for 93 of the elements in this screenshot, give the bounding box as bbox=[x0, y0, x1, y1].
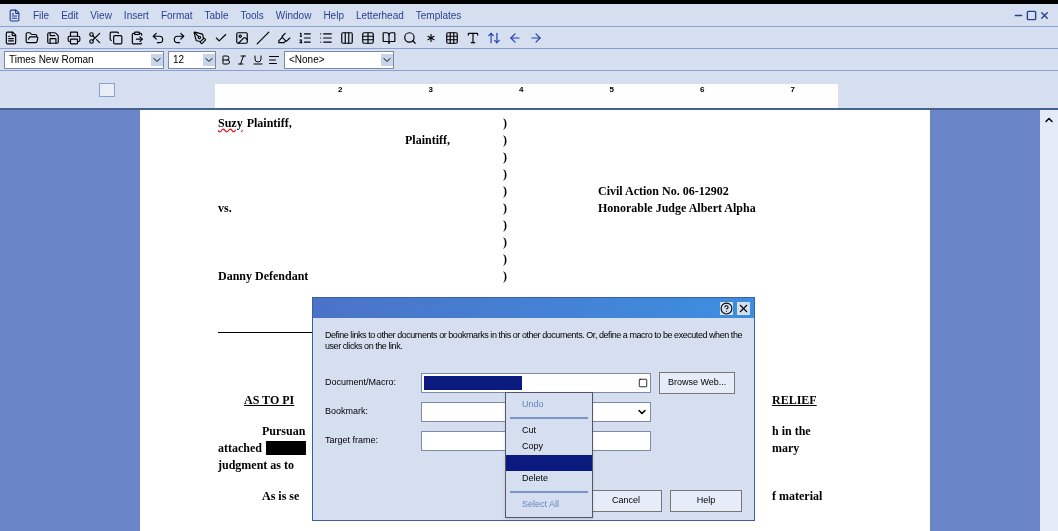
menu-item[interactable]: Window bbox=[275, 7, 312, 23]
style-dropdown[interactable]: <None> bbox=[284, 50, 394, 69]
caption-text: vs. bbox=[218, 199, 232, 217]
brace: ) bbox=[503, 165, 508, 183]
text-field[interactable] bbox=[421, 372, 651, 393]
save-icon[interactable] bbox=[46, 30, 60, 45]
grid-icon[interactable] bbox=[445, 30, 459, 45]
picker-icon[interactable] bbox=[638, 377, 648, 388]
line-icon[interactable] bbox=[256, 30, 270, 45]
brace: ) bbox=[503, 114, 508, 132]
menu-item[interactable]: Insert bbox=[123, 7, 149, 23]
dialog-button[interactable]: Help bbox=[670, 490, 742, 512]
browse-button[interactable]: Browse Web... bbox=[659, 371, 736, 394]
new-document-icon[interactable] bbox=[4, 30, 18, 45]
print-icon[interactable] bbox=[67, 30, 81, 45]
cut-icon[interactable] bbox=[88, 30, 102, 45]
menu-item[interactable]: Format bbox=[160, 7, 193, 23]
scrollbar[interactable] bbox=[1040, 110, 1058, 531]
body-text: As is se bbox=[262, 487, 300, 505]
align-icon[interactable] bbox=[268, 53, 280, 66]
bullet-list-icon[interactable] bbox=[319, 30, 333, 45]
highlighter-icon[interactable] bbox=[277, 30, 291, 45]
type-icon[interactable] bbox=[466, 30, 480, 45]
body-text: mary bbox=[772, 439, 800, 457]
body-text: h in the bbox=[772, 422, 811, 440]
ruler-number: 4 bbox=[519, 84, 524, 96]
bold-icon[interactable] bbox=[220, 53, 232, 66]
misspelled-word: Suzy bbox=[218, 114, 243, 132]
caption-text: Danny Defendant bbox=[218, 267, 309, 285]
menu-item[interactable]: View bbox=[90, 7, 112, 23]
brace: ) bbox=[503, 216, 508, 234]
ruler-number: 7 bbox=[790, 84, 795, 96]
menu-item[interactable]: Table bbox=[204, 7, 229, 23]
up-down-arrow-icon[interactable] bbox=[487, 30, 501, 45]
field-label: Target frame: bbox=[325, 433, 380, 447]
body-text: f material bbox=[772, 487, 823, 505]
brace: ) bbox=[503, 148, 508, 166]
book-icon[interactable] bbox=[382, 30, 396, 45]
caption-text: Plaintiff, bbox=[246, 114, 292, 132]
redaction-bar bbox=[266, 440, 306, 455]
ruler-number: 5 bbox=[609, 84, 614, 96]
brace: ) bbox=[503, 233, 508, 251]
close-icon[interactable] bbox=[1039, 9, 1050, 21]
menu-item[interactable]: Help bbox=[323, 7, 344, 23]
redo-icon[interactable] bbox=[172, 30, 186, 45]
back-arrow-icon[interactable] bbox=[508, 30, 522, 45]
dialog-button[interactable]: Cancel bbox=[590, 490, 662, 512]
caption-text: Plaintiff, bbox=[405, 131, 450, 149]
field-label: Document/Macro: bbox=[325, 375, 398, 389]
table-icon[interactable] bbox=[361, 30, 375, 45]
ruler-number: 3 bbox=[428, 84, 433, 96]
menu-option[interactable]: Cut bbox=[506, 423, 592, 439]
picture-icon[interactable] bbox=[235, 30, 249, 45]
body-text: RELIEF bbox=[772, 391, 817, 409]
brace: ) bbox=[503, 267, 508, 285]
undo-icon[interactable] bbox=[151, 30, 165, 45]
font-dropdown[interactable]: Times New Roman bbox=[4, 50, 164, 69]
body-text: judgment as to bbox=[218, 456, 294, 474]
menu-item[interactable]: Templates bbox=[415, 7, 462, 23]
caption-text: Honorable Judge Albert Alpha bbox=[598, 199, 756, 217]
menu-option[interactable]: Delete bbox=[506, 471, 592, 487]
menu-item[interactable]: File bbox=[33, 7, 50, 23]
app-icon bbox=[8, 8, 21, 22]
menu-item[interactable]: Tools bbox=[240, 7, 264, 23]
italic-icon[interactable] bbox=[236, 53, 248, 66]
body-text: attached bbox=[218, 439, 262, 457]
forward-arrow-icon[interactable] bbox=[529, 30, 543, 45]
brace: ) bbox=[503, 250, 508, 268]
help-icon[interactable] bbox=[720, 301, 733, 315]
caption-text: Civil Action No. 06-12902 bbox=[598, 182, 729, 200]
ruler-number: 2 bbox=[338, 84, 343, 96]
menu-item[interactable]: Letterhead bbox=[355, 7, 404, 23]
body-text: Pursuan bbox=[262, 422, 306, 440]
brace: ) bbox=[503, 199, 508, 217]
paste-icon[interactable] bbox=[130, 30, 144, 45]
menu-item[interactable]: Edit bbox=[61, 7, 79, 23]
dialog-description: Define links to other documents or bookmarks in this or other documents. Or, define a macro to be executed when the user clicks on the link. bbox=[324, 329, 743, 353]
pen-icon[interactable] bbox=[193, 30, 207, 45]
restore-icon[interactable] bbox=[1026, 9, 1037, 21]
numbered-list-icon[interactable] bbox=[298, 30, 312, 45]
field-label: Bookmark: bbox=[325, 404, 369, 418]
search-icon[interactable] bbox=[403, 30, 417, 45]
menu-option[interactable]: Copy bbox=[506, 439, 592, 455]
brace: ) bbox=[503, 182, 508, 200]
open-folder-icon[interactable] bbox=[25, 30, 39, 45]
size-dropdown[interactable]: 12 bbox=[168, 50, 216, 69]
ruler-number: 6 bbox=[700, 84, 705, 96]
columns-icon[interactable] bbox=[340, 30, 354, 45]
brace: ) bbox=[503, 131, 508, 149]
close-icon[interactable] bbox=[737, 301, 750, 315]
copy-icon[interactable] bbox=[109, 30, 123, 45]
body-text: AS TO PI bbox=[244, 391, 295, 409]
underline-icon[interactable] bbox=[252, 53, 264, 66]
